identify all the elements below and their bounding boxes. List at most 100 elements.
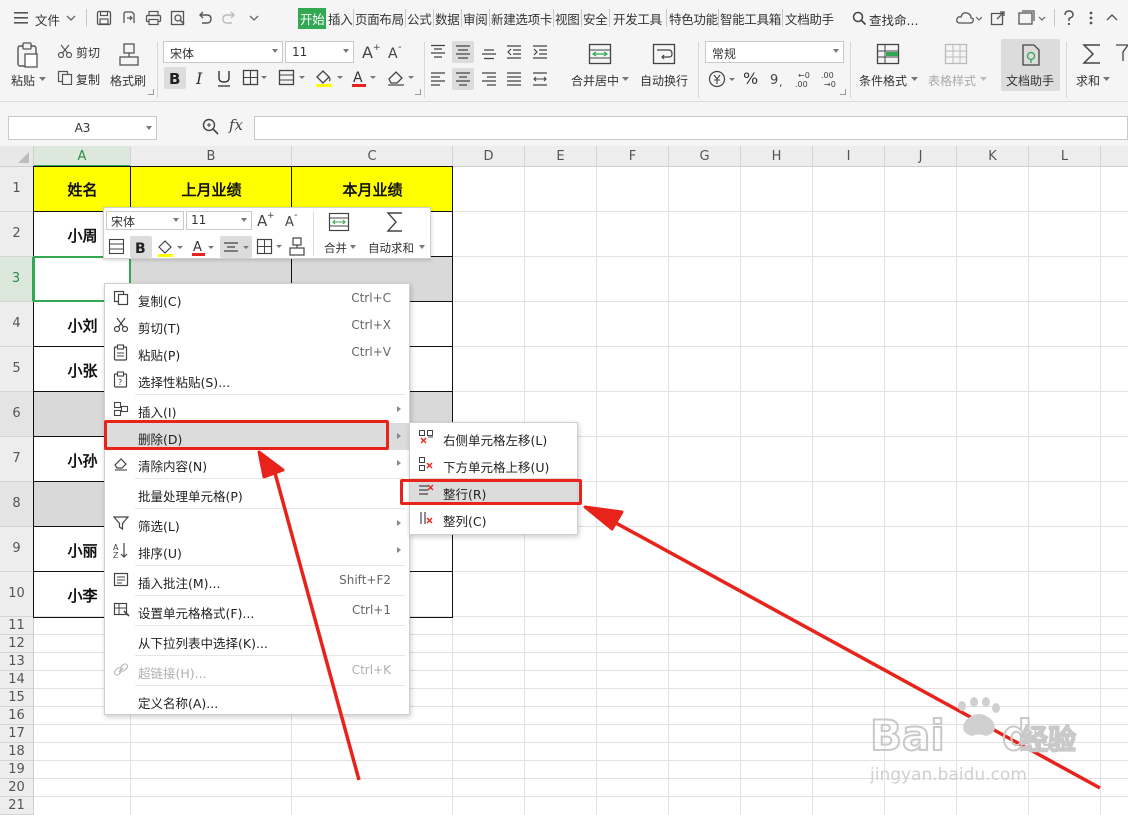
dialog-launcher-icon[interactable] [840,89,846,95]
align-top-icon[interactable] [430,44,446,60]
clear-format-icon[interactable] [386,68,416,88]
tab-doc-assistant[interactable]: 文档助手 [785,9,834,28]
row-header-16[interactable]: 16 [0,707,34,725]
export-icon[interactable] [121,10,137,26]
mini-font-size-select[interactable]: 11 [186,211,252,230]
search-icon[interactable] [852,11,867,26]
merge-center-button[interactable]: 合并居中 [571,72,619,89]
align-middle-icon[interactable] [452,41,474,63]
cell-c1[interactable]: 本月业绩 [292,179,453,200]
column-header-b[interactable]: B [131,146,292,167]
row-header-20[interactable]: 20 [0,779,34,797]
align-right-icon[interactable] [481,71,497,87]
font-color-icon[interactable]: A [350,68,378,88]
tab-review[interactable]: 审阅 [463,9,488,28]
submenu-item-entire-column[interactable]: 整列(C) [410,505,577,532]
filter-icon[interactable] [1116,42,1128,66]
mini-align-center-icon[interactable] [220,236,252,258]
column-header-c[interactable]: C [292,146,453,167]
select-all-corner[interactable] [0,146,34,167]
border-icon[interactable] [256,238,284,256]
font-color-icon[interactable]: A [190,238,216,258]
align-left-icon[interactable] [430,71,446,87]
menu-item-batch-process[interactable]: 批量处理单元格(P) [105,480,409,507]
undo-icon[interactable] [197,11,213,25]
row-header-13[interactable]: 13 [0,653,34,671]
save-icon[interactable] [96,10,112,26]
menu-item-format-cells[interactable]: 设置单元格格式(F)... Ctrl+1 [105,597,409,624]
column-header-l[interactable]: L [1029,146,1101,167]
row-header-4[interactable]: 4 [0,302,34,347]
indent-increase-icon[interactable] [532,44,548,60]
zoom-icon[interactable] [202,118,220,136]
wrap-text-icon[interactable] [652,43,676,65]
formula-input[interactable] [254,116,1128,140]
align-bottom-icon[interactable] [481,44,497,60]
font-size-select[interactable]: 11 [285,41,354,63]
menu-item-clear-contents[interactable]: 清除内容(N) [105,450,409,477]
row-header-17[interactable]: 17 [0,725,34,743]
row-header-5[interactable]: 5 [0,347,34,392]
cloud-sync-icon[interactable] [956,10,982,26]
decrease-font-icon[interactable]: A- [387,42,407,62]
indent-decrease-icon[interactable] [506,44,522,60]
dialog-launcher-icon[interactable] [148,89,154,95]
column-header-a[interactable]: A [34,146,131,167]
cut-button[interactable]: 剪切 [76,44,100,61]
menu-item-sort[interactable]: AZ 排序(U) [105,537,409,564]
chevron-down-icon[interactable] [66,14,76,22]
share-icon[interactable] [990,10,1006,26]
name-box[interactable]: A3 [8,116,157,140]
row-header-9[interactable]: 9 [0,527,34,572]
decrease-decimal-icon[interactable]: .00 →0 [820,69,840,89]
menu-item-filter[interactable]: 筛选(L) [105,510,409,537]
row-header-15[interactable]: 15 [0,689,34,707]
increase-font-icon[interactable]: A + [256,210,276,230]
hamburger-icon[interactable] [14,11,30,25]
menu-item-insert[interactable]: 插入(I) [105,396,409,423]
menu-item-paste-special[interactable]: ? 选择性粘贴(S)... [105,366,409,393]
conditional-format-button[interactable]: 条件格式 [859,72,907,89]
merge-icon[interactable] [328,212,350,232]
bold-button[interactable]: B [164,67,186,89]
italic-icon[interactable]: I [190,67,210,89]
more-icon[interactable] [1084,10,1098,26]
distributed-align-icon[interactable] [532,71,548,87]
chevron-down-icon[interactable] [911,77,918,82]
print-icon[interactable] [145,10,162,26]
row-header-21[interactable]: 21 [0,797,34,815]
format-painter-button[interactable]: 格式刷 [110,72,146,89]
row-header-12[interactable]: 12 [0,635,34,653]
menu-item-paste[interactable]: 粘贴(P) Ctrl+V [105,339,409,366]
bold-button[interactable]: B [130,236,152,258]
column-header-e[interactable]: E [525,146,597,167]
merge-center-icon[interactable] [588,43,612,65]
percent-button[interactable]: % [743,69,758,88]
justify-icon[interactable] [506,71,522,87]
thousands-separator-icon[interactable]: 9, [768,70,788,88]
number-format-select[interactable]: 常规 [705,41,844,63]
tab-view[interactable]: 视图 [555,9,580,28]
row-header-11[interactable]: 11 [0,617,34,635]
tab-new-tab[interactable]: 新建选项卡 [491,9,552,28]
menu-item-pick-from-list[interactable]: 从下拉列表中选择(K)... [105,627,409,654]
menu-item-copy[interactable]: 复制(C) Ctrl+C [105,285,409,312]
copy-button[interactable]: 复制 [76,71,100,88]
column-header-d[interactable]: D [453,146,525,167]
row-header-18[interactable]: 18 [0,743,34,761]
border-icon[interactable] [242,69,268,87]
format-painter-icon[interactable] [288,237,306,257]
column-header-f[interactable]: F [597,146,669,167]
sum-icon[interactable] [1081,42,1103,66]
column-header-k[interactable]: K [957,146,1029,167]
chevron-down-icon[interactable] [419,245,425,249]
mini-merge-button[interactable]: 合并 [324,240,347,256]
wrap-text-button[interactable]: 自动换行 [640,72,688,89]
increase-font-icon[interactable]: A + [361,42,381,62]
font-name-select[interactable]: 宋体 [163,41,283,63]
doc-assistant-icon[interactable] [1020,43,1042,67]
conditional-format-icon[interactable] [876,43,900,65]
tab-smart-toolbox[interactable]: 智能工具箱 [720,9,781,28]
tab-features[interactable]: 特色功能 [669,9,718,28]
tab-developer[interactable]: 开发工具 [613,9,662,28]
